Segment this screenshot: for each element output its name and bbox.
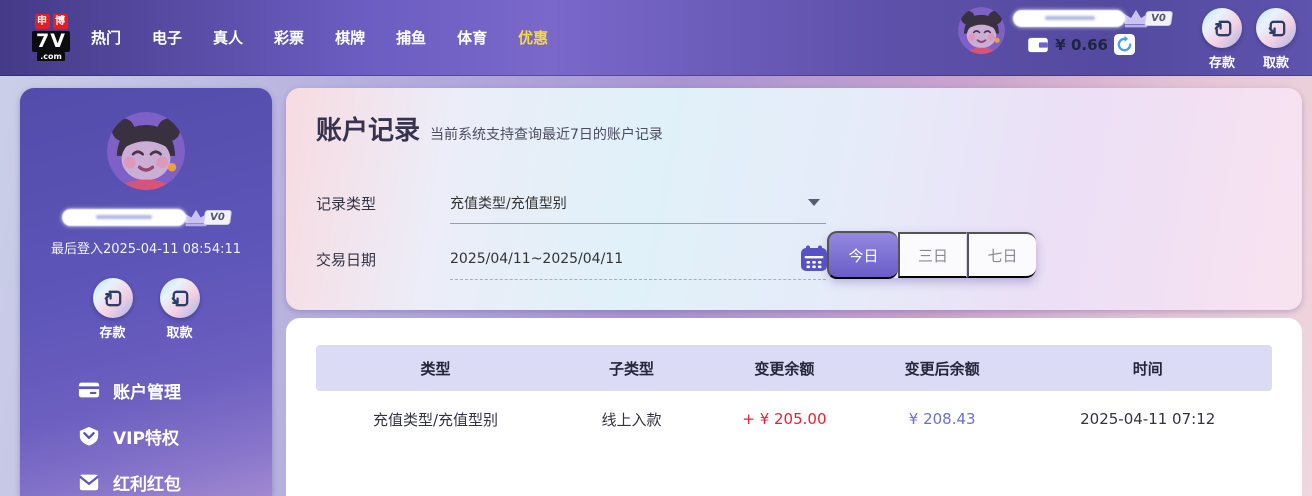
record-type-dropdown[interactable]: 充值类型/充值型别 xyxy=(450,182,826,224)
cell-time: 2025-04-11 07:12 xyxy=(1023,410,1272,428)
withdraw-icon xyxy=(1265,17,1288,40)
range-button-today[interactable]: 今日 xyxy=(827,231,898,279)
record-type-label: 记录类型 xyxy=(316,182,376,224)
main-nav: 热门 电子 真人 彩票 棋牌 捕鱼 体育 优惠 xyxy=(91,27,548,48)
nav-item-slots[interactable]: 电子 xyxy=(152,27,182,48)
refresh-balance-icon[interactable] xyxy=(1114,34,1135,55)
record-type-value: 充值类型/充值型别 xyxy=(450,193,567,213)
withdraw-label: 取款 xyxy=(1263,52,1289,71)
sidebar-deposit-button[interactable]: 存款 xyxy=(93,278,133,341)
withdraw-button[interactable]: 取款 xyxy=(1256,8,1296,71)
sidebar-item-label: 账户管理 xyxy=(113,378,181,403)
cell-type: 充值类型/充值型别 xyxy=(316,409,555,430)
table-row: 充值类型/充值型别 线上入款 + ¥ 205.00 ¥ 208.43 2025-… xyxy=(316,391,1272,447)
nav-item-promotions[interactable]: 优惠 xyxy=(518,27,548,48)
logo-main-text: 7V xyxy=(32,31,70,52)
col-header-subtype: 子类型 xyxy=(555,358,708,379)
sidebar-withdraw-button[interactable]: 取款 xyxy=(160,278,200,341)
calendar-icon[interactable] xyxy=(800,245,828,272)
chevron-down-icon xyxy=(808,199,820,206)
sidebar-item-account-management[interactable]: 账户管理 xyxy=(20,367,272,413)
page-title: 账户记录 xyxy=(316,110,420,147)
balance-amount: ¥ 0.66 xyxy=(1055,36,1108,54)
sidebar-item-label: VIP特权 xyxy=(113,424,179,449)
cell-change-amount: + ¥ 205.00 xyxy=(708,410,861,428)
sidebar-quick-actions: 存款 取款 xyxy=(20,278,272,341)
withdraw-icon xyxy=(168,287,191,310)
wallet-icon xyxy=(1027,37,1049,53)
account-sidebar: V0 最后登入2025-04-11 08:54:11 存款 取款 账户管理 xyxy=(20,88,272,496)
nav-item-fishing[interactable]: 捕鱼 xyxy=(396,27,426,48)
sidebar-avatar[interactable] xyxy=(107,112,185,190)
logo-badge-left: 申 xyxy=(35,14,50,29)
logo-badges: 申 博 xyxy=(35,14,68,29)
col-header-type: 类型 xyxy=(316,358,555,379)
cell-balance-after: ¥ 208.43 xyxy=(861,410,1024,428)
account-records-panel: 账户记录 当前系统支持查询最近7日的账户记录 记录类型 充值类型/充值型别 交易… xyxy=(286,88,1302,310)
records-table-panel: 类型 子类型 变更余额 变更后余额 时间 充值类型/充值型别 线上入款 + ¥ … xyxy=(286,318,1302,496)
logo-suffix: .com xyxy=(37,52,65,61)
table-header-row: 类型 子类型 变更余额 变更后余额 时间 xyxy=(316,345,1272,391)
red-packet-icon xyxy=(78,471,100,493)
nav-item-sports[interactable]: 体育 xyxy=(457,27,487,48)
site-logo[interactable]: 申 博 7V .com xyxy=(25,14,77,61)
range-button-3days[interactable]: 三日 xyxy=(898,232,967,278)
sidebar-menu: 账户管理 VIP特权 红利红包 xyxy=(20,367,272,496)
user-avatar[interactable] xyxy=(958,7,1005,54)
sidebar-item-bonus-red-packet[interactable]: 红利红包 xyxy=(20,459,272,496)
bank-card-icon xyxy=(78,379,100,401)
nav-item-hot[interactable]: 热门 xyxy=(91,27,121,48)
transaction-date-label: 交易日期 xyxy=(316,238,376,280)
date-range-quick-buttons: 今日 三日 七日 xyxy=(828,232,1036,278)
last-login-text: 最后登入2025-04-11 08:54:11 xyxy=(20,238,272,257)
topbar-quick-actions: 存款 取款 xyxy=(1202,8,1296,71)
nav-item-live[interactable]: 真人 xyxy=(213,27,243,48)
col-header-change-amount: 变更余额 xyxy=(708,358,861,379)
sidebar-item-vip-privileges[interactable]: VIP特权 xyxy=(20,413,272,459)
sidebar-withdraw-label: 取款 xyxy=(166,322,192,341)
date-range-value: 2025/04/11~2025/04/11 xyxy=(450,251,623,267)
page-subtitle: 当前系统支持查询最近7日的账户记录 xyxy=(430,124,663,144)
nav-item-cards[interactable]: 棋牌 xyxy=(335,27,365,48)
deposit-icon xyxy=(101,287,124,310)
sidebar-vip-level-badge: V0 xyxy=(203,210,232,225)
nav-item-lottery[interactable]: 彩票 xyxy=(274,27,304,48)
deposit-button[interactable]: 存款 xyxy=(1202,8,1242,71)
cell-subtype: 线上入款 xyxy=(555,409,708,430)
vip-level-badge: V0 xyxy=(1144,11,1173,26)
vip-badge-icon xyxy=(78,425,100,447)
col-header-time: 时间 xyxy=(1023,358,1272,379)
deposit-label: 存款 xyxy=(1209,52,1235,71)
sidebar-item-label: 红利红包 xyxy=(113,470,181,495)
range-button-7days[interactable]: 七日 xyxy=(967,232,1036,278)
top-navigation-bar: 申 博 7V .com 热门 电子 真人 彩票 棋牌 捕鱼 体育 优惠 V0 xyxy=(0,0,1312,76)
sidebar-username-redacted xyxy=(62,209,186,226)
col-header-balance-after: 变更后余额 xyxy=(861,358,1024,379)
user-info-cluster: V0 ¥ 0.66 xyxy=(958,7,1172,55)
sidebar-deposit-label: 存款 xyxy=(99,322,125,341)
username-redacted xyxy=(1013,10,1125,27)
logo-badge-right: 博 xyxy=(53,14,68,29)
date-range-picker[interactable]: 2025/04/11~2025/04/11 xyxy=(450,238,826,280)
deposit-icon xyxy=(1211,17,1234,40)
